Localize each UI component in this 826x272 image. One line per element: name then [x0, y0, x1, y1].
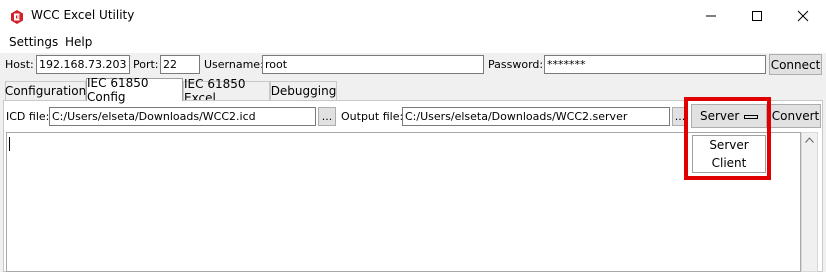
- tab-configuration[interactable]: Configuration: [5, 81, 86, 100]
- close-button[interactable]: [780, 0, 826, 31]
- tab-iec61850-config[interactable]: IEC 61850 Config: [86, 76, 183, 104]
- mode-select-value: Server: [700, 109, 740, 123]
- window-title: WCC Excel Utility: [31, 8, 135, 22]
- tab-debugging[interactable]: Debugging: [270, 81, 337, 100]
- minimize-icon: [706, 15, 716, 16]
- text-cursor: [9, 137, 10, 151]
- option-menu-indicator-icon: [744, 115, 758, 119]
- output-file-field[interactable]: C:/Users/elseta/Downloads/WCC2.server: [402, 107, 670, 126]
- icd-file-label: ICD file:: [6, 110, 50, 123]
- username-label: Username:: [204, 58, 264, 71]
- menu-help[interactable]: Help: [65, 35, 92, 49]
- vertical-scrollbar[interactable]: [801, 132, 818, 272]
- connect-button[interactable]: Connect: [769, 54, 822, 75]
- maximize-icon: [752, 10, 762, 21]
- port-label: Port:: [133, 58, 159, 71]
- menu-settings[interactable]: Settings: [9, 35, 58, 49]
- icd-browse-button[interactable]: ...: [318, 107, 336, 126]
- maximize-button[interactable]: [734, 0, 780, 31]
- mode-select[interactable]: Server: [691, 104, 767, 128]
- host-field[interactable]: 192.168.73.203: [36, 55, 130, 74]
- icd-file-field[interactable]: C:/Users/elseta/Downloads/WCC2.icd: [49, 107, 316, 126]
- output-file-label: Output file:: [341, 110, 404, 123]
- wcc-logo-icon: [9, 9, 25, 25]
- close-icon: [797, 10, 809, 21]
- convert-button[interactable]: Convert: [770, 104, 821, 128]
- menu-bar: [0, 31, 826, 53]
- port-field[interactable]: 22: [160, 55, 200, 74]
- minimize-button[interactable]: [688, 0, 734, 31]
- password-label: Password:: [488, 58, 544, 71]
- username-field[interactable]: root: [262, 55, 484, 74]
- password-field[interactable]: *******: [544, 55, 766, 74]
- host-label: Host:: [5, 58, 34, 71]
- tab-iec61850-excel[interactable]: IEC 61850 Excel: [183, 77, 270, 105]
- output-text-area[interactable]: [6, 132, 801, 272]
- scroll-up-arrow-icon[interactable]: [805, 137, 814, 143]
